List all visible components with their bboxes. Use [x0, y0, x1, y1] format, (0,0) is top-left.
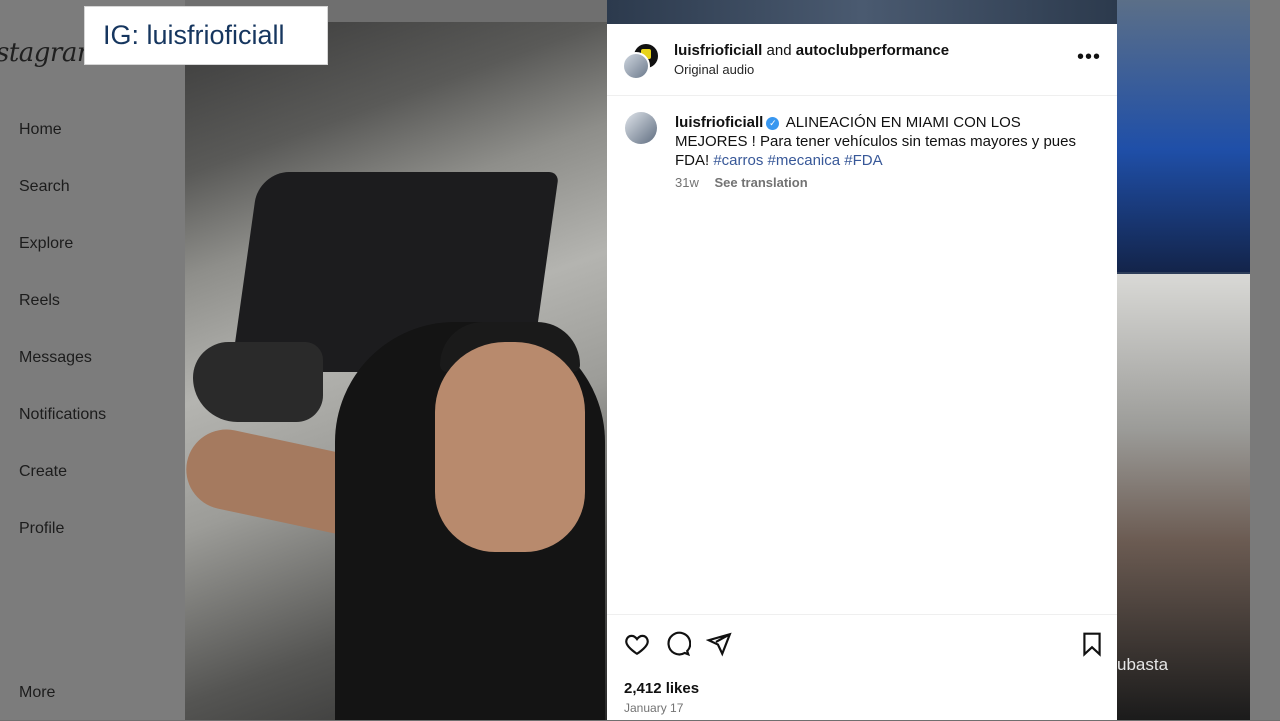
sidebar-item-reels[interactable]: Reels [19, 292, 60, 310]
hashtag-link[interactable]: #FDA [844, 152, 882, 169]
background-strip [607, 0, 1117, 24]
caption-meta: 31w See translation [675, 175, 808, 190]
sidebar: stagram Home Search Explore Reels Messag… [0, 0, 185, 720]
avatar[interactable] [622, 52, 650, 80]
thumbnail-image [1117, 0, 1250, 272]
post-date[interactable]: January 17 [624, 701, 683, 715]
sidebar-item-label: Messages [19, 349, 92, 366]
sidebar-item-label: Create [19, 463, 68, 480]
author-link[interactable]: autoclubperformance [796, 42, 949, 59]
post-caption: luisfrioficiall ✓ ALINEACIÓN EN MIAMI CON… [675, 113, 1095, 170]
sidebar-item-messages[interactable]: Messages [19, 349, 92, 367]
watermark-badge: IG: luisfrioficiall [84, 6, 328, 65]
sidebar-item-explore[interactable]: Explore [19, 235, 73, 253]
sidebar-item-label: Home [19, 121, 62, 138]
avatar[interactable] [625, 112, 657, 144]
video-scene [193, 342, 323, 422]
thumbnail-caption: ubasta [1117, 655, 1169, 674]
bookmark-icon[interactable] [1079, 631, 1105, 657]
post-header: luisfrioficiall and autoclubperformance … [607, 24, 1117, 96]
background-edge [1250, 0, 1280, 720]
post-panel: luisfrioficiall and autoclubperformance … [607, 24, 1117, 720]
sidebar-item-label: Profile [19, 520, 65, 537]
likes-count[interactable]: 2,412 likes [624, 680, 699, 697]
see-translation-link[interactable]: See translation [714, 175, 807, 190]
video-scene [435, 342, 585, 552]
verified-badge-icon: ✓ [766, 117, 780, 130]
post-authors: luisfrioficiall and autoclubperformance [674, 42, 949, 59]
and-text: and [766, 42, 792, 59]
sidebar-item-home[interactable]: Home [19, 121, 62, 139]
sidebar-item-label: Search [19, 178, 70, 195]
audio-link[interactable]: Original audio [674, 62, 754, 77]
comment-icon[interactable] [665, 631, 691, 657]
sidebar-item-profile[interactable]: Profile [19, 520, 64, 538]
more-options-icon[interactable]: ••• [1077, 46, 1101, 69]
background-thumbnails: ubasta [1117, 0, 1250, 720]
author-link[interactable]: luisfrioficiall [674, 42, 762, 59]
caption-username[interactable]: luisfrioficiall [675, 114, 763, 131]
sidebar-item-label: Reels [19, 292, 60, 309]
post-age: 31w [675, 175, 699, 190]
heart-icon[interactable] [624, 631, 650, 657]
badge-text: IG: luisfrioficiall [103, 20, 285, 50]
thumbnail-image [1117, 274, 1250, 720]
post-video[interactable] [185, 22, 607, 720]
hashtag-link[interactable]: #mecanica [768, 152, 841, 169]
sidebar-item-notifications[interactable]: Notifications [19, 406, 106, 424]
sidebar-item-search[interactable]: Search [19, 178, 70, 196]
sidebar-item-more[interactable]: More [19, 684, 55, 702]
collab-avatars[interactable] [622, 42, 660, 80]
sidebar-item-label: More [19, 684, 56, 701]
sidebar-item-label: Notifications [19, 406, 107, 423]
post-actions: 2,412 likes January 17 [607, 614, 1117, 721]
hashtag-link[interactable]: #carros [713, 152, 763, 169]
share-icon[interactable] [706, 631, 732, 657]
sidebar-item-create[interactable]: Create [19, 463, 67, 481]
sidebar-item-label: Explore [19, 235, 74, 252]
